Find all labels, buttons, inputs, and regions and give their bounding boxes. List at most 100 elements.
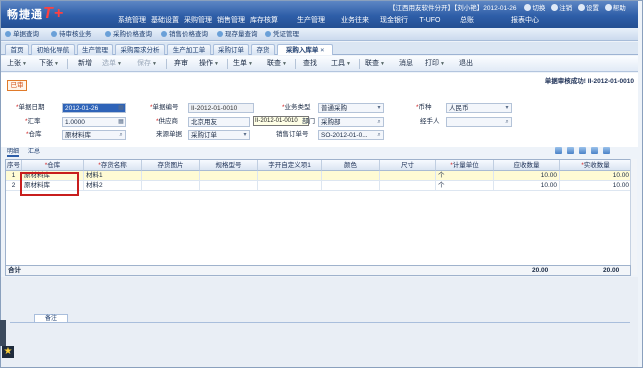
- table-cell-size[interactable]: [380, 181, 436, 191]
- tab-detail[interactable]: 明细: [7, 148, 20, 157]
- col-header-size[interactable]: 尺寸: [380, 160, 436, 171]
- find-button[interactable]: 查找: [303, 59, 317, 69]
- quicklink-sales-price[interactable]: 销售价格查询: [161, 30, 208, 39]
- logout-button[interactable]: 注销: [551, 4, 572, 12]
- chevron-down-icon[interactable]: ▾: [375, 104, 383, 112]
- menu-tufo[interactable]: T-UFO: [415, 15, 445, 27]
- tab-remarks[interactable]: 备注: [34, 314, 68, 323]
- copy-row-icon[interactable]: [591, 147, 598, 154]
- calendar-icon[interactable]: ▦: [117, 104, 125, 112]
- quicklink-doc-query[interactable]: 单据查询: [5, 30, 39, 39]
- col-header-unit[interactable]: *计量单位: [436, 160, 494, 171]
- menu-sales[interactable]: 销售管理: [215, 15, 247, 27]
- supplier-field[interactable]: 北京用友: [188, 117, 250, 127]
- date-field[interactable]: 2012-01-26 ▦: [62, 103, 126, 113]
- switch-button[interactable]: 切换: [524, 4, 545, 12]
- tab-init-nav[interactable]: 初始化导航: [31, 44, 75, 55]
- table-cell-qty-recv[interactable]: 10.00: [560, 181, 630, 191]
- table-cell-item[interactable]: 材料1: [84, 171, 142, 181]
- menu-purchase[interactable]: 采购管理: [182, 15, 214, 27]
- link-query-button[interactable]: 联查▼: [267, 59, 287, 69]
- table-cell-image[interactable]: [142, 181, 200, 191]
- col-header-item-image[interactable]: 存货图片: [142, 160, 200, 171]
- exit-button[interactable]: 退出: [459, 59, 473, 69]
- message-button[interactable]: 消息: [399, 59, 413, 69]
- next-button[interactable]: 下张▼: [39, 59, 59, 69]
- quicklink-stock-query[interactable]: 现存量查询: [217, 30, 258, 39]
- table-cell-image[interactable]: [142, 171, 200, 181]
- col-header-color[interactable]: 颜色: [322, 160, 380, 171]
- star-icon[interactable]: ★: [2, 346, 14, 358]
- settings-button[interactable]: 设置: [577, 4, 599, 12]
- quicklink-voucher[interactable]: 凭证管理: [265, 30, 299, 39]
- table-cell-item[interactable]: 材料2: [84, 181, 142, 191]
- biztype-select[interactable]: 普通采购 ▾: [318, 103, 384, 113]
- tab-production[interactable]: 生产管理: [77, 44, 113, 55]
- search-icon[interactable]: ⌕: [503, 118, 511, 126]
- handler-field[interactable]: ⌕: [446, 117, 512, 127]
- menu-inventory[interactable]: 库存核算: [248, 15, 280, 27]
- tab-home[interactable]: 首页: [5, 44, 29, 55]
- help-button[interactable]: 帮助: [604, 4, 626, 12]
- select-doc-button[interactable]: 选单▼: [102, 59, 122, 69]
- print-button[interactable]: 打印▼: [425, 59, 445, 69]
- link-button[interactable]: 联查▼: [365, 59, 385, 69]
- menu-production[interactable]: 生产管理: [293, 15, 329, 27]
- col-header-qty-due[interactable]: 应收数量: [494, 160, 560, 171]
- tab-summary[interactable]: 汇总: [28, 148, 40, 157]
- menu-cash[interactable]: 现金银行: [377, 15, 411, 27]
- save-button[interactable]: 保存▼: [137, 59, 157, 69]
- table-cell-qty-due[interactable]: 10.00: [494, 181, 560, 191]
- table-cell-color[interactable]: [322, 181, 380, 191]
- chevron-down-icon[interactable]: ▾: [241, 131, 249, 139]
- chevron-down-icon[interactable]: ▾: [503, 104, 511, 112]
- add-row-icon[interactable]: [555, 147, 562, 154]
- table-cell-qty-due[interactable]: 10.00: [494, 171, 560, 181]
- col-header-warehouse[interactable]: *仓库: [22, 160, 84, 171]
- table-cell-unit[interactable]: 个: [436, 171, 494, 181]
- delete-row-icon[interactable]: [579, 147, 586, 154]
- dept-field[interactable]: 采购部 ⌕: [318, 117, 384, 127]
- new-button[interactable]: 新增: [78, 59, 92, 69]
- prev-button[interactable]: 上张▼: [7, 59, 27, 69]
- warehouse-field[interactable]: 原材料库 ⌕: [62, 130, 126, 140]
- tab-purchase-receipt[interactable]: 采购入库单 ×: [277, 44, 333, 55]
- table-cell-qty-recv[interactable]: 10.00: [560, 171, 630, 181]
- settings-icon[interactable]: [603, 147, 610, 154]
- order-field[interactable]: SO-2012-01-0... ⌕: [318, 130, 384, 140]
- menu-ledger[interactable]: 总账: [455, 15, 479, 27]
- table-cell-size[interactable]: [380, 171, 436, 181]
- tab-purchase-order[interactable]: 采购订单: [213, 44, 249, 55]
- col-header-item-name[interactable]: *存货名称: [84, 160, 142, 171]
- source-select[interactable]: 采购订单 ▾: [188, 130, 250, 140]
- quicklink-purchase-price[interactable]: 采购价格查询: [105, 30, 152, 39]
- tab-inventory[interactable]: 存货: [251, 44, 275, 55]
- currency-select[interactable]: 人民币 ▾: [446, 103, 512, 113]
- rate-field[interactable]: 1.0000 ▦: [62, 117, 126, 127]
- col-header-custom1[interactable]: 字开自定义项1: [258, 160, 322, 171]
- quicklink-pending-audit[interactable]: 待审核业务: [51, 30, 92, 39]
- vertical-scrollbar[interactable]: [630, 159, 637, 275]
- table-cell-color[interactable]: [322, 171, 380, 181]
- menu-system[interactable]: 系统管理: [116, 15, 148, 27]
- tools-button[interactable]: 工具▼: [331, 59, 351, 69]
- menu-business[interactable]: 业务往来: [338, 15, 372, 27]
- insert-row-icon[interactable]: [567, 147, 574, 154]
- tab-purchase-analysis[interactable]: 采购需求分析: [115, 44, 165, 55]
- table-cell-custom1[interactable]: [258, 171, 322, 181]
- col-header-qty-recv[interactable]: *实收数量: [560, 160, 630, 171]
- unaudit-button[interactable]: 弃审: [174, 59, 188, 69]
- table-cell-spec[interactable]: [200, 171, 258, 181]
- table-cell-spec[interactable]: [200, 181, 258, 191]
- search-icon[interactable]: ⌕: [375, 131, 383, 139]
- close-icon[interactable]: ×: [320, 47, 324, 54]
- menu-reports[interactable]: 报表中心: [505, 15, 545, 27]
- menu-basic-settings[interactable]: 基础设置: [149, 15, 181, 27]
- table-cell-unit[interactable]: 个: [436, 181, 494, 191]
- search-icon[interactable]: ⌕: [375, 118, 383, 126]
- generate-button[interactable]: 生单▼: [233, 59, 253, 69]
- search-icon[interactable]: ⌕: [117, 131, 125, 139]
- table-cell-custom1[interactable]: [258, 181, 322, 191]
- calculator-icon[interactable]: ▦: [117, 118, 125, 126]
- col-header-spec[interactable]: 规格型号: [200, 160, 258, 171]
